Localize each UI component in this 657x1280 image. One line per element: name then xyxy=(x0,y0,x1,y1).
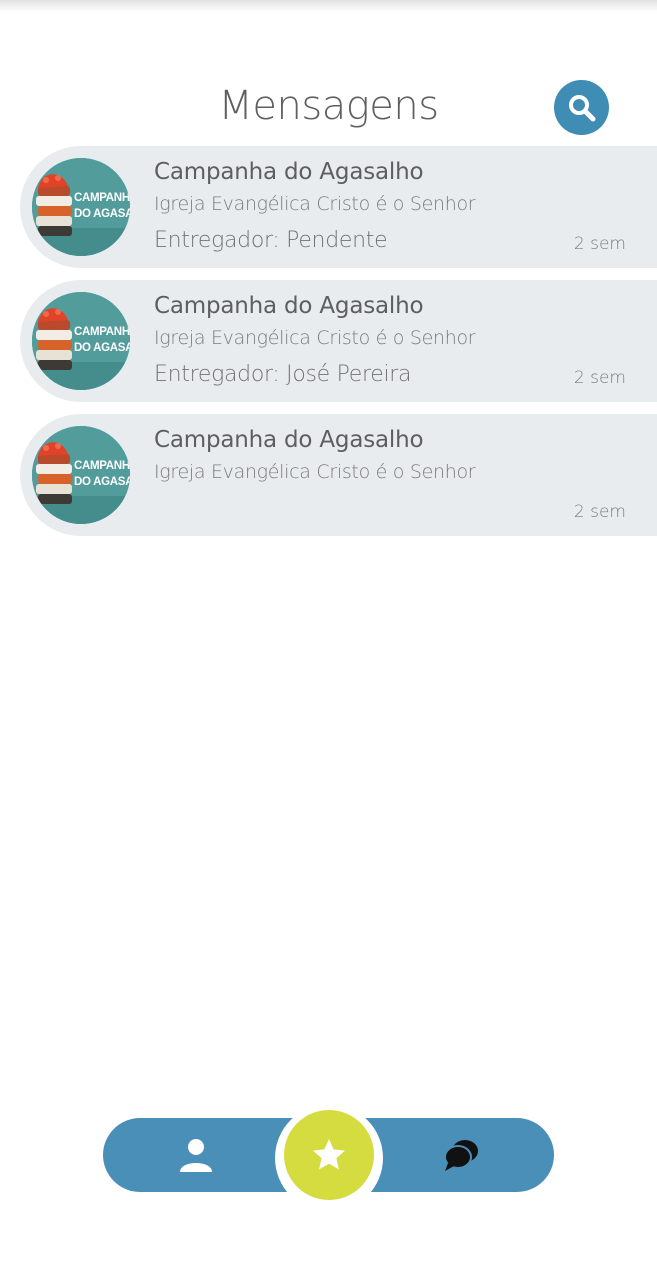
message-title: Campanha do Agasalho xyxy=(154,293,424,319)
avatar-text-line2: DO AGASALHO xyxy=(74,476,130,488)
message-title: Campanha do Agasalho xyxy=(154,427,424,453)
avatar-text-line1: CAMPANHA xyxy=(74,460,130,472)
nav-chat-button[interactable] xyxy=(443,1136,481,1174)
nav-profile-button[interactable] xyxy=(177,1136,215,1174)
profile-icon xyxy=(180,1139,212,1172)
message-time: 2 sem xyxy=(573,234,626,254)
message-deliverer: Entregador: José Pereira xyxy=(154,362,412,387)
campaign-avatar: CAMPANHA DO AGASALHO xyxy=(32,292,130,390)
search-icon xyxy=(568,94,595,121)
message-subtitle: Igreja Evangélica Cristo é o Senhor xyxy=(154,461,476,483)
avatar-text-line2: DO AGASALHO xyxy=(74,342,130,354)
status-bar-shadow xyxy=(0,0,657,12)
avatar-text-line1: CAMPANHA xyxy=(74,192,130,204)
message-deliverer: Entregador: Pendente xyxy=(154,228,388,253)
message-list: CAMPANHA DO AGASALHO Campanha do Agasalh… xyxy=(20,146,657,548)
campaign-avatar: CAMPANHA DO AGASALHO xyxy=(32,426,130,524)
message-time: 2 sem xyxy=(573,502,626,522)
message-item[interactable]: CAMPANHA DO AGASALHO Campanha do Agasalh… xyxy=(20,280,657,402)
message-time: 2 sem xyxy=(573,368,626,388)
avatar-text-line1: CAMPANHA xyxy=(74,326,130,338)
message-subtitle: Igreja Evangélica Cristo é o Senhor xyxy=(154,193,476,215)
chat-icon xyxy=(444,1140,478,1171)
star-icon xyxy=(313,1139,345,1170)
message-title: Campanha do Agasalho xyxy=(154,159,424,185)
message-item[interactable]: CAMPANHA DO AGASALHO Campanha do Agasalh… xyxy=(20,146,657,268)
avatar-text-line2: DO AGASALHO xyxy=(74,208,130,220)
search-button[interactable] xyxy=(554,80,609,135)
campaign-avatar: CAMPANHA DO AGASALHO xyxy=(32,158,130,256)
nav-favorite-button[interactable] xyxy=(284,1110,374,1200)
message-item[interactable]: CAMPANHA DO AGASALHO Campanha do Agasalh… xyxy=(20,414,657,536)
message-subtitle: Igreja Evangélica Cristo é o Senhor xyxy=(154,327,476,349)
